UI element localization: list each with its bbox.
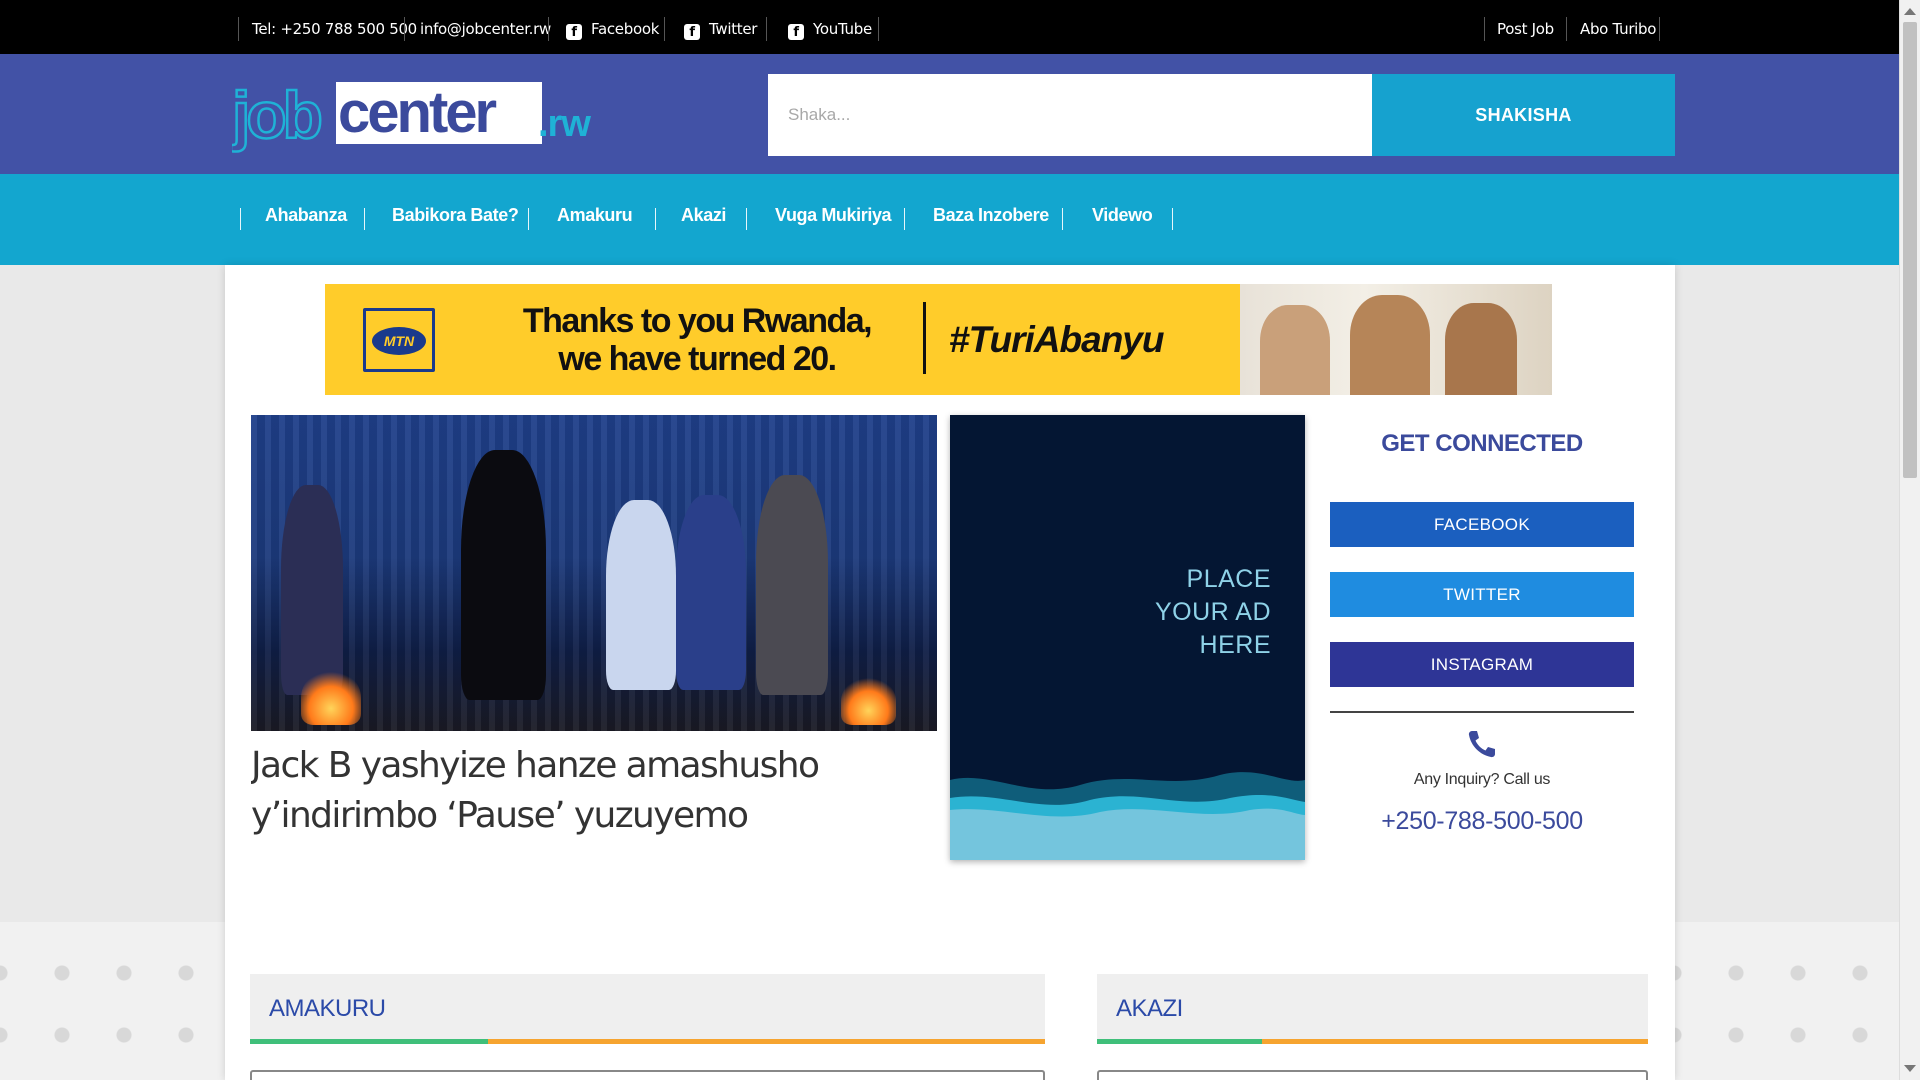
accent-bar-green [1097, 1039, 1262, 1044]
abo-turibo-link[interactable]: Abo Turibo [1580, 17, 1656, 41]
mtn-banner-ad[interactable]: MTN Thanks to you Rwanda, we have turned… [325, 284, 1552, 395]
nav-item-vuga-mukiriya[interactable]: Vuga Mukiriya [775, 205, 892, 226]
ad-placeholder[interactable]: PLACE YOUR AD HERE [950, 415, 1305, 860]
page-scrollbar[interactable] [1899, 0, 1920, 1080]
dancer-figure [1445, 303, 1517, 395]
mtn-logo: MTN [363, 308, 435, 372]
facebook-icon: f [566, 24, 582, 40]
separator [404, 17, 405, 41]
logo-job-text: job [232, 78, 321, 152]
section-header-amakuru: AMAKURU [250, 974, 1045, 1044]
nav-separator [655, 208, 656, 230]
dancer-figure [461, 450, 546, 700]
section-content-amakuru [250, 1070, 1045, 1080]
dancer-figure [1260, 305, 1330, 395]
nav-item-babikora-bate[interactable]: Babikora Bate? [392, 205, 519, 226]
separator [548, 17, 549, 41]
banner-divider [923, 302, 926, 374]
nav-item-amakuru[interactable]: Amakuru [557, 205, 633, 226]
mtn-logo-text: MTN [372, 327, 426, 355]
accent-bar-green [250, 1039, 488, 1044]
ad-text: PLACE YOUR AD HERE [1155, 563, 1271, 662]
section-title-akazi: AKAZI [1116, 995, 1183, 1022]
dancer-figure [1350, 295, 1430, 395]
nav-separator [746, 208, 747, 230]
separator [766, 17, 767, 41]
separator [238, 17, 239, 41]
phone-icon [1468, 731, 1495, 758]
scroll-up-arrow-icon[interactable] [1904, 8, 1916, 15]
instagram-button[interactable]: INSTAGRAM [1330, 642, 1634, 687]
dancer-figure [676, 495, 746, 690]
dancer-figure [606, 500, 676, 690]
jobcenter-logo[interactable]: job center .rw [232, 74, 592, 164]
nav-item-baza-inzobere[interactable]: Baza Inzobere [933, 205, 1049, 226]
accent-bar-orange [1262, 1039, 1648, 1044]
section-title-amakuru: AMAKURU [269, 995, 386, 1022]
twitter-link-label: Twitter [709, 20, 758, 38]
section-content-akazi [1097, 1070, 1648, 1080]
dancer-figure [756, 475, 828, 695]
inquiry-text: Any Inquiry? Call us [1413, 771, 1551, 788]
nav-separator [364, 208, 365, 230]
scrollbar-thumb[interactable] [1903, 22, 1917, 478]
separator [1484, 17, 1485, 41]
nav-separator [528, 208, 529, 230]
sidebar-divider [1330, 711, 1634, 713]
ad-line-1: PLACE [1186, 565, 1271, 593]
nav-separator [904, 208, 905, 230]
get-connected-title: GET CONNECTED [1381, 430, 1583, 457]
facebook-icon: f [684, 24, 700, 40]
banner-line-1: Thanks to you Rwanda, [522, 302, 873, 340]
logo-rw-text: .rw [538, 103, 591, 145]
campfire [301, 670, 361, 725]
nav-separator [1172, 208, 1173, 230]
inquiry-phone-number[interactable]: +250-788-500-500 [1330, 807, 1634, 836]
nav-item-ahabanza[interactable]: Ahabanza [265, 205, 347, 226]
featured-article-title[interactable]: Jack B yashyize hanze amashusho y’indiri… [251, 741, 941, 849]
search-button[interactable]: SHAKISHA [1372, 74, 1675, 156]
top-bar: Tel: +250 788 500 500 info@jobcenter.rw … [0, 0, 1899, 54]
banner-hashtag: #TuriAbanyu [949, 319, 1164, 360]
separator [1659, 17, 1660, 41]
ad-wave-graphic [950, 772, 1305, 860]
separator [878, 17, 879, 41]
twitter-button[interactable]: TWITTER [1330, 572, 1634, 617]
banner-message: Thanks to you Rwanda, we have turned 20. [487, 302, 907, 378]
nav-separator [240, 208, 241, 230]
post-job-link[interactable]: Post Job [1497, 17, 1554, 41]
nav-separator [1062, 208, 1063, 230]
section-header-akazi: AKAZI [1097, 974, 1648, 1044]
facebook-icon: f [788, 24, 804, 40]
dancer-figure [281, 485, 343, 695]
separator [1566, 17, 1567, 41]
campfire [841, 677, 896, 725]
separator [664, 17, 665, 41]
ad-line-3: HERE [1199, 631, 1271, 659]
banner-line-2: we have turned 20. [558, 340, 837, 378]
youtube-link-label: YouTube [813, 20, 872, 38]
nav-item-videwo[interactable]: Videwo [1092, 205, 1153, 226]
featured-image[interactable] [251, 415, 937, 731]
facebook-link[interactable]: f Facebook [566, 17, 659, 41]
contact-phone[interactable]: Tel: +250 788 500 500 [252, 17, 417, 41]
contact-email[interactable]: info@jobcenter.rw [420, 17, 551, 41]
nav-item-akazi[interactable]: Akazi [681, 205, 726, 226]
facebook-button[interactable]: FACEBOOK [1330, 502, 1634, 547]
logo-center-text: center [338, 80, 497, 145]
main-nav: Ahabanza Babikora Bate? Amakuru Akazi Vu… [0, 174, 1899, 265]
youtube-link[interactable]: f YouTube [788, 17, 872, 41]
header: job center .rw SHAKISHA [0, 54, 1899, 174]
accent-bar-orange [488, 1039, 1045, 1044]
twitter-link[interactable]: f Twitter [684, 17, 757, 41]
ad-line-2: YOUR AD [1154, 598, 1271, 626]
banner-photo [1240, 284, 1552, 395]
facebook-link-label: Facebook [591, 20, 660, 38]
search-input[interactable] [768, 74, 1372, 156]
scroll-down-arrow-icon[interactable] [1904, 1065, 1916, 1072]
